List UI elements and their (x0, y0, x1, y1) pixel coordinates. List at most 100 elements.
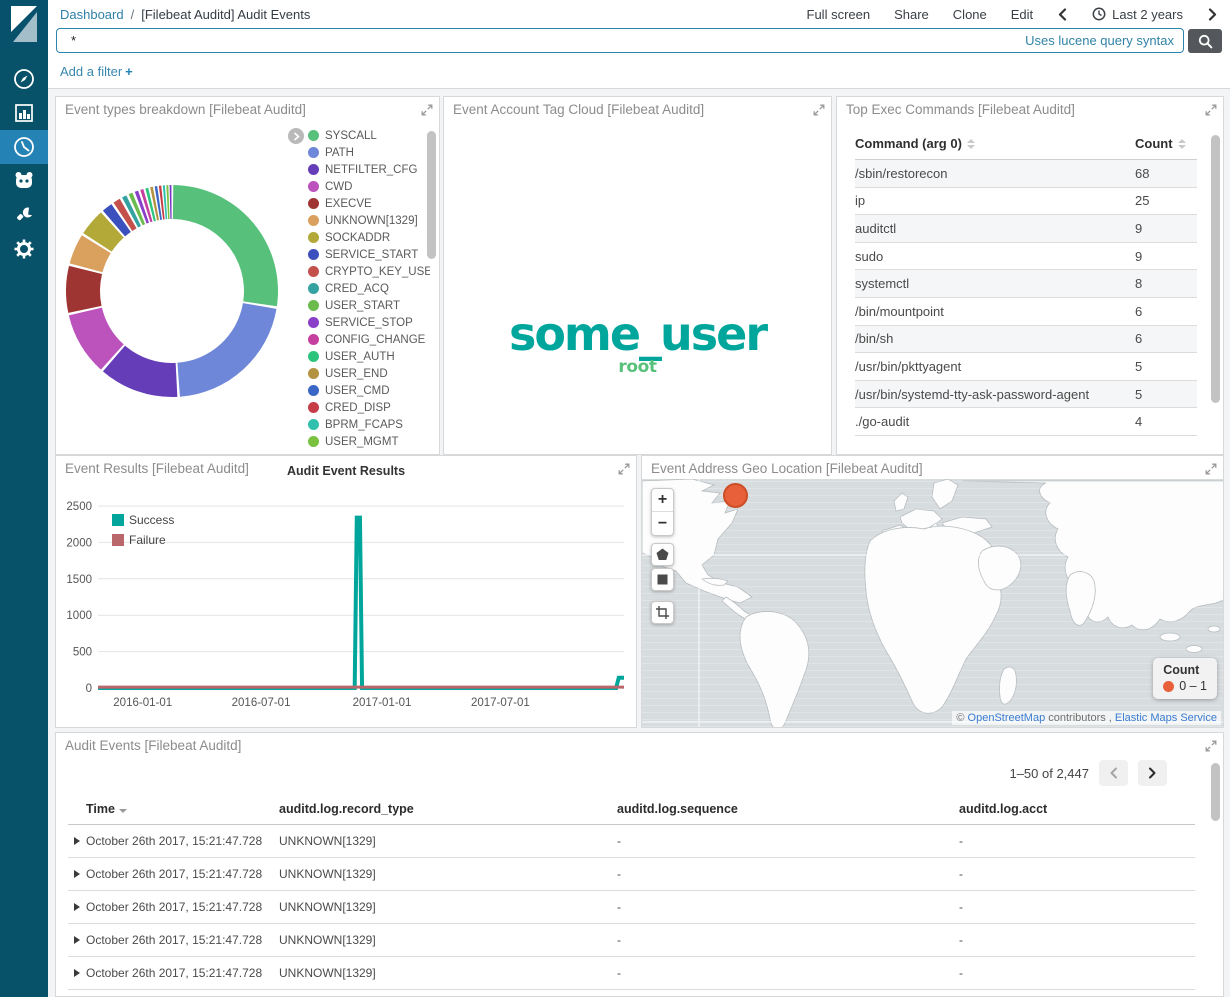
column-header-acct[interactable]: auditd.log.acct (959, 802, 1195, 816)
add-filter-button[interactable]: Add a filter+ (60, 64, 133, 79)
legend-item[interactable]: BPRM_FCAPS (308, 416, 430, 433)
legend-item[interactable]: CRYPTO_KEY_USER (308, 263, 430, 280)
table-scrollbar[interactable] (1211, 763, 1220, 821)
table-row[interactable]: ./go-audit4 (855, 408, 1197, 436)
expand-row-caret[interactable] (68, 870, 86, 878)
expand-panel-icon[interactable] (813, 103, 825, 121)
legend-color-dot (308, 181, 319, 192)
legend-item-success[interactable]: Success (112, 510, 174, 530)
legend-item[interactable]: PATH (308, 144, 430, 161)
table-row[interactable]: October 26th 2017, 15:21:47.728UNKNOWN[1… (68, 825, 1195, 858)
legend-item[interactable]: UNKNOWN[1329] (308, 212, 430, 229)
donut-slice-path[interactable] (177, 303, 276, 397)
clone-button[interactable]: Clone (953, 7, 987, 22)
share-button[interactable]: Share (894, 7, 929, 22)
openstreetmap-link[interactable]: OpenStreetMap (968, 712, 1046, 724)
time-picker[interactable]: Last 2 years (1092, 7, 1183, 22)
prev-page-button[interactable] (1099, 760, 1128, 786)
table-row[interactable]: auditctl9 (855, 215, 1197, 243)
legend-item[interactable]: CRED_ACQ (308, 280, 430, 297)
legend-item[interactable]: USER_END (308, 365, 430, 382)
legend-label: USER_AUTH (325, 351, 395, 363)
legend-item[interactable]: USER_AUTH (308, 348, 430, 365)
edit-button[interactable]: Edit (1011, 7, 1033, 22)
legend-toggle-button[interactable] (288, 128, 304, 144)
sidebar-item-devtools[interactable] (0, 198, 48, 232)
legend-item[interactable]: CONFIG_CHANGE (308, 331, 430, 348)
table-row[interactable]: October 26th 2017, 15:21:47.728UNKNOWN[1… (68, 990, 1195, 997)
search-input[interactable] (56, 28, 1184, 53)
tag-some_user[interactable]: some_user (509, 310, 766, 358)
world-map[interactable]: + − Count 0 – 1 © OpenStreetMap contribu… (642, 479, 1223, 727)
donut-slice-syscall[interactable] (173, 185, 278, 306)
sidebar-item-dashboard[interactable] (0, 130, 48, 164)
legend-item-failure[interactable]: Failure (112, 530, 174, 550)
elastic-maps-link[interactable]: Elastic Maps Service (1115, 712, 1217, 724)
legend-item[interactable]: USER_START (308, 297, 430, 314)
crop-button[interactable] (651, 601, 674, 624)
legend-item[interactable]: SERVICE_START (308, 246, 430, 263)
table-row[interactable]: ip25 (855, 188, 1197, 216)
draw-polygon-button[interactable] (651, 543, 674, 566)
draw-rectangle-button[interactable] (651, 568, 674, 591)
expand-row-caret[interactable] (68, 903, 86, 911)
expand-panel-icon[interactable] (1205, 103, 1217, 121)
legend-item[interactable]: USER_CMD (308, 382, 430, 399)
donut-chart[interactable] (58, 177, 290, 409)
column-header-count[interactable]: Count (1135, 136, 1197, 151)
table-row[interactable]: /sbin/restorecon68 (855, 160, 1197, 188)
expand-panel-icon[interactable] (1205, 739, 1217, 757)
zoom-in-button[interactable]: + (652, 489, 673, 512)
legend-scrollbar[interactable] (427, 131, 436, 259)
zoom-out-button[interactable]: − (652, 512, 673, 535)
legend-item[interactable]: CRED_DISP (308, 399, 430, 416)
breadcrumb-dashboard-link[interactable]: Dashboard (60, 7, 124, 22)
expand-row-caret[interactable] (68, 837, 86, 845)
table-row[interactable]: sudo9 (855, 243, 1197, 271)
time-back-button[interactable] (1057, 8, 1068, 21)
expand-row-caret[interactable] (68, 936, 86, 944)
column-header-command[interactable]: Command (arg 0) (855, 136, 1135, 151)
legend-label: USER_MGMT (325, 436, 398, 448)
table-row[interactable]: /bin/sh6 (855, 326, 1197, 354)
legend-swatch (112, 534, 124, 546)
legend-item[interactable]: SYSCALL (308, 127, 430, 144)
donut-slice-execve[interactable] (66, 266, 102, 313)
legend-item[interactable]: SERVICE_STOP (308, 314, 430, 331)
search-button[interactable] (1188, 29, 1222, 53)
sidebar-item-timelion[interactable] (0, 164, 48, 198)
column-header-record-type[interactable]: auditd.log.record_type (279, 802, 617, 816)
legend-item[interactable]: CWD (308, 178, 430, 195)
sidebar-item-discover[interactable] (0, 62, 48, 96)
tag-root[interactable]: root (618, 359, 656, 377)
legend-item[interactable]: EXECVE (308, 195, 430, 212)
table-row[interactable]: /usr/bin/systemd-tty-ask-password-agent5 (855, 381, 1197, 409)
expand-panel-icon[interactable] (1205, 462, 1217, 480)
expand-row-caret[interactable] (68, 969, 86, 977)
lucene-syntax-link[interactable]: Uses lucene query syntax (1025, 33, 1174, 48)
table-scrollbar[interactable] (1211, 135, 1220, 403)
table-row[interactable]: October 26th 2017, 15:21:47.728UNKNOWN[1… (68, 858, 1195, 891)
sidebar-item-visualize[interactable] (0, 96, 48, 130)
donut-slice-crypto_session[interactable] (170, 185, 172, 219)
expand-panel-icon[interactable] (421, 103, 433, 121)
kibana-logo[interactable] (0, 0, 48, 48)
table-row[interactable]: systemctl8 (855, 270, 1197, 298)
next-page-button[interactable] (1138, 760, 1167, 786)
time-forward-button[interactable] (1207, 8, 1218, 21)
column-header-time[interactable]: Time (86, 802, 279, 816)
legend-item[interactable]: USER_MGMT (308, 433, 430, 450)
sidebar-item-management[interactable] (0, 232, 48, 266)
table-row[interactable]: October 26th 2017, 15:21:47.728UNKNOWN[1… (68, 891, 1195, 924)
table-row[interactable]: October 26th 2017, 15:21:47.728UNKNOWN[1… (68, 957, 1195, 990)
column-header-sequence[interactable]: auditd.log.sequence (617, 802, 959, 816)
legend-item[interactable]: CRYPTO_SESSION (308, 450, 430, 453)
table-row[interactable]: /usr/bin/pkttyagent5 (855, 353, 1197, 381)
geo-point-marker[interactable] (723, 483, 748, 508)
legend-item[interactable]: NETFILTER_CFG (308, 161, 430, 178)
legend-item[interactable]: SOCKADDR (308, 229, 430, 246)
full-screen-button[interactable]: Full screen (807, 7, 871, 22)
table-row[interactable]: /bin/mountpoint6 (855, 298, 1197, 326)
table-row[interactable]: October 26th 2017, 15:21:47.728UNKNOWN[1… (68, 924, 1195, 957)
series-success[interactable] (98, 518, 624, 688)
